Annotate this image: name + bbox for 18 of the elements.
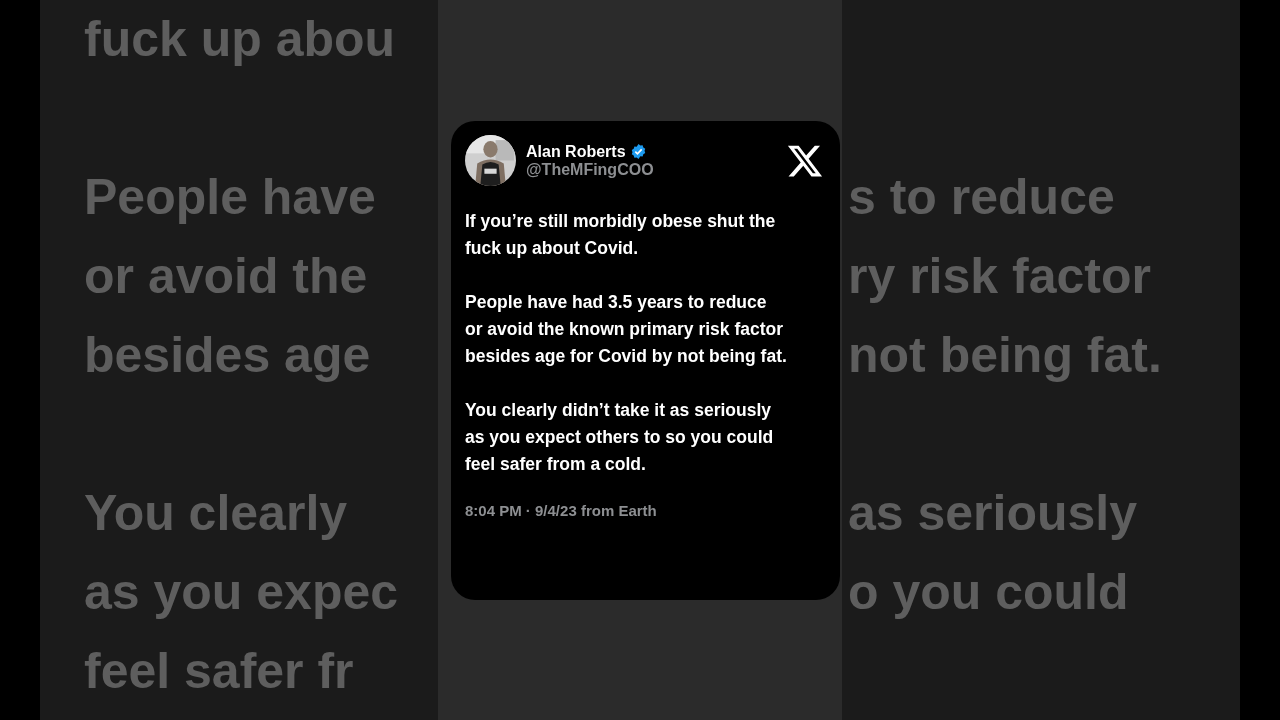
background-text: You clearly: [84, 486, 348, 541]
background-text: as you expec: [84, 565, 399, 620]
tweet-text: If you’re still morbidly obese shut the fuck up about Covid.: [465, 210, 777, 260]
tweet-text: People have had 3.5 years to reduce or avoid the known primary risk factor besides age for Covid by not being fat.: [465, 291, 788, 368]
background-text: ry risk factor: [848, 249, 1151, 304]
background-text: as seriously: [848, 486, 1138, 541]
background-text: feel safer fr: [84, 644, 354, 699]
background-text: s to reduce: [848, 170, 1115, 225]
tweet-text: You clearly didn’t take it as seriously as you expect others to so you could feel safer from a cold.: [465, 399, 775, 476]
background-text: People have: [84, 170, 376, 225]
background-text: fuck up abou: [84, 12, 396, 67]
background-text: o you could: [848, 565, 1129, 620]
tweet-timestamp: 8:04 PM · 9/4/23 from Earth: [465, 502, 658, 519]
background-text: or avoid the: [84, 249, 368, 304]
user-name: Alan Roberts: [526, 142, 626, 161]
background-text: besides age: [84, 328, 371, 383]
user-handle: @TheMFingCOO: [526, 160, 655, 179]
background-text: not being fat.: [848, 328, 1162, 383]
